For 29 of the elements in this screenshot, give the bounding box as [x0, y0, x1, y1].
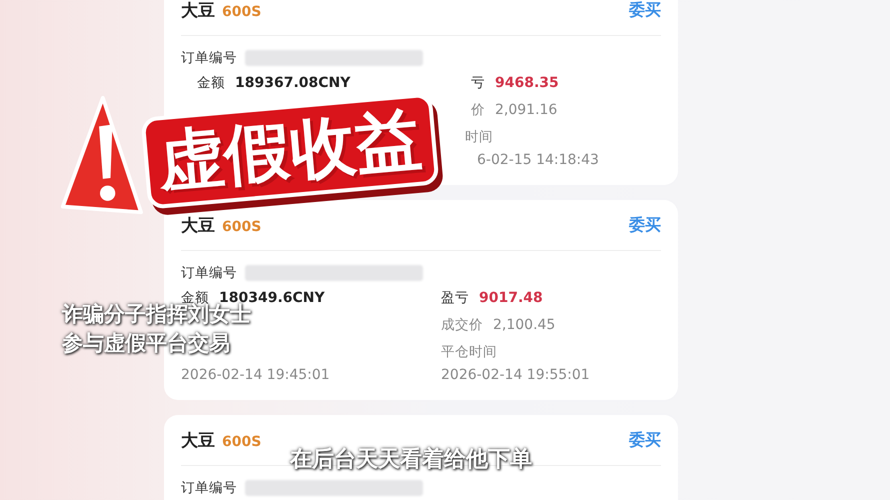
field-label: 时间 — [465, 128, 493, 146]
contract-code: 600S — [222, 4, 262, 20]
field-value: 9468.35 — [495, 75, 559, 91]
field-label: 订单编号 — [181, 49, 237, 67]
field-label: 亏 — [470, 74, 485, 92]
field-value: 6-02-15 14:18:43 — [477, 152, 599, 168]
field-value: 9017.48 — [479, 290, 543, 306]
field-label: 盈亏 — [441, 289, 469, 307]
field-value: 2,091.16 — [495, 102, 558, 118]
order-side-link[interactable]: 委买 — [629, 430, 661, 450]
commodity-name: 大豆 — [181, 430, 215, 452]
order-side-link[interactable]: 委买 — [629, 214, 661, 236]
contract-code: 600S — [222, 218, 262, 234]
field-label: 价 — [470, 100, 485, 118]
subtitle-text: 在后台天天看着给他下单 — [290, 446, 532, 474]
order-side-link[interactable]: 委买 — [629, 0, 661, 20]
field-value: 2026-02-14 19:55:01 — [441, 367, 590, 383]
field-label: 成交价 — [441, 316, 483, 334]
commodity-name: 大豆 — [181, 0, 215, 22]
field-label: 平仓时间 — [441, 342, 497, 360]
commodity-name: 大豆 — [181, 214, 215, 236]
contract-code: 600S — [222, 434, 262, 450]
field-label: 订单编号 — [181, 264, 237, 282]
field-value: 189367.08CNY — [235, 75, 350, 91]
field-label: 金额 — [196, 74, 225, 92]
field-value: 2,100.45 — [493, 316, 556, 332]
subtitle-text: 参与虚假平台交易 — [62, 330, 230, 358]
field-label: 订单编号 — [181, 479, 237, 497]
field-value: 2026-02-14 19:45:01 — [181, 367, 330, 383]
